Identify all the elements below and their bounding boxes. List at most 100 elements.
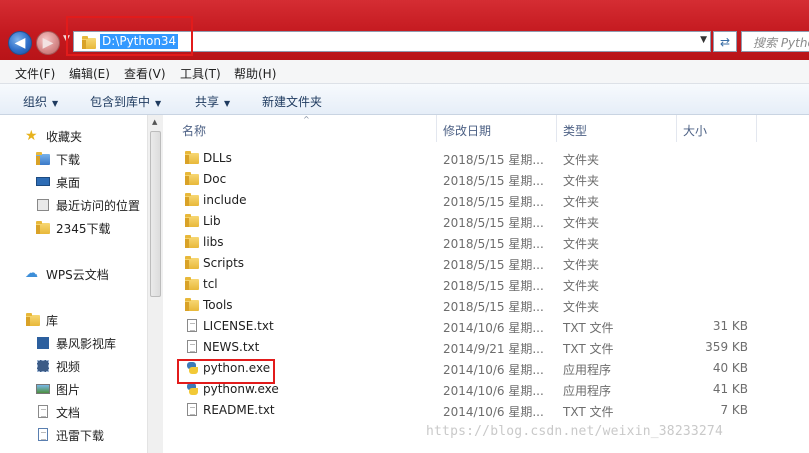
column-name[interactable]: 名称 [182,122,206,139]
document-icon [184,402,200,418]
menu-help[interactable]: 帮助(H) [234,65,276,82]
sidebar-item-desktop[interactable]: 桌面 [35,173,80,191]
file-date: 2018/5/15 星期... [443,153,544,167]
navigation-pane: ★ 收藏夹 下载 桌面 最近访问的位置 2345下载 ☁ WPS云文档 库 暴风… [0,115,148,453]
sidebar-scrollbar[interactable]: ▲ [147,115,163,453]
column-divider[interactable] [756,115,757,142]
file-row[interactable]: include 2018/5/15 星期... 文件夹 [168,190,809,211]
scrollbar-thumb[interactable] [150,131,161,297]
column-divider[interactable] [436,115,437,142]
sidebar-item-2345[interactable]: 2345下载 [35,219,111,237]
search-input[interactable]: 搜索 Python34 [741,31,809,52]
file-name: tcl [203,277,218,291]
arrow-left-icon: ◀ [14,35,26,51]
sidebar-item-label: 迅雷下载 [56,428,105,443]
sidebar-item-downloads[interactable]: 下载 [35,150,80,168]
sidebar-item-label: 桌面 [56,175,81,190]
scroll-up-icon[interactable]: ▲ [152,118,157,126]
file-type: 应用程序 [563,384,612,398]
file-type: 文件夹 [563,174,600,188]
sort-ascending-icon: ^ [303,115,310,124]
sidebar-item-pictures[interactable]: 图片 [35,380,80,398]
refresh-button[interactable]: ⇄ [713,31,737,52]
file-size: 359 KB [705,340,748,354]
folder-icon [184,234,200,250]
sidebar-library-label: 库 [46,313,59,328]
film-icon [35,358,51,374]
document-icon [184,339,200,355]
file-date: 2014/10/6 星期... [443,321,544,335]
file-row[interactable]: DLLs 2018/5/15 星期... 文件夹 [168,148,809,169]
file-row[interactable]: README.txt 2014/10/6 星期... TXT 文件 7 KB [168,400,809,421]
file-row[interactable]: Lib 2018/5/15 星期... 文件夹 [168,211,809,232]
folder-icon [184,150,200,166]
download-folder-icon [35,151,51,167]
file-row[interactable]: tcl 2018/5/15 星期... 文件夹 [168,274,809,295]
include-in-library-button[interactable]: 包含到库中 ▼ [90,93,161,110]
organize-button[interactable]: 组织 ▼ [23,93,58,110]
column-date[interactable]: 修改日期 [443,122,491,139]
sidebar-favorites[interactable]: ★ 收藏夹 [25,127,82,145]
file-row[interactable]: NEWS.txt 2014/9/21 星期... TXT 文件 359 KB [168,337,809,358]
chevron-down-icon: ▼ [52,99,59,108]
sidebar-library[interactable]: 库 [25,311,58,329]
cloud-icon: ☁ [25,266,38,281]
column-divider[interactable] [676,115,677,142]
sidebar-item-label: 2345下载 [56,221,111,236]
chevron-down-icon: ▼ [155,99,162,108]
column-size[interactable]: 大小 [683,122,707,139]
watermark-text: https://blog.csdn.net/weixin_38233274 [426,424,723,439]
sidebar-item-documents[interactable]: 文档 [35,403,80,421]
file-name: DLLs [203,151,232,165]
new-folder-button[interactable]: 新建文件夹 [262,93,322,110]
include-label: 包含到库中 [90,95,151,109]
file-type: 文件夹 [563,258,600,272]
file-date: 2014/9/21 星期... [443,342,544,356]
column-header-row: ^ 名称 修改日期 类型 大小 [168,115,809,142]
sidebar-wps-label: WPS云文档 [46,267,109,282]
file-type: 文件夹 [563,195,600,209]
sidebar-item-baofeng[interactable]: 暴风影视库 [35,334,116,352]
file-list: ^ 名称 修改日期 类型 大小 DLLs 2018/5/15 星期... 文件夹 Do… [168,115,809,453]
menu-edit[interactable]: 编辑(E) [69,65,110,82]
file-size: 40 KB [712,361,748,375]
star-icon: ★ [25,128,38,144]
folder-icon [184,171,200,187]
file-type: 应用程序 [563,363,612,377]
column-divider[interactable] [556,115,557,142]
file-row[interactable]: Doc 2018/5/15 星期... 文件夹 [168,169,809,190]
back-button[interactable]: ◀ [8,31,32,55]
column-type[interactable]: 类型 [563,122,587,139]
forward-button[interactable]: ▶ [36,31,60,55]
sidebar-item-videos[interactable]: 视频 [35,357,80,375]
share-button[interactable]: 共享 ▼ [195,93,230,110]
menu-view[interactable]: 查看(V) [124,65,166,82]
menu-bar: 文件(F) 编辑(E) 查看(V) 工具(T) 帮助(H) [0,60,809,84]
file-type: 文件夹 [563,237,600,251]
file-name: pythonw.exe [203,382,279,396]
sidebar-item-label: 图片 [56,382,81,397]
sidebar-wps[interactable]: ☁ WPS云文档 [25,265,109,283]
file-name: LICENSE.txt [203,319,274,333]
file-date: 2018/5/15 星期... [443,195,544,209]
menu-file[interactable]: 文件(F) [15,65,55,82]
file-type: TXT 文件 [563,405,614,419]
file-row[interactable]: LICENSE.txt 2014/10/6 星期... TXT 文件 31 KB [168,316,809,337]
file-row[interactable]: libs 2018/5/15 星期... 文件夹 [168,232,809,253]
menu-tools[interactable]: 工具(T) [180,65,221,82]
share-label: 共享 [195,95,220,109]
address-dropdown-icon[interactable]: ▼ [700,35,707,45]
sidebar-item-label: 暴风影视库 [56,336,117,351]
file-size: 7 KB [720,403,748,417]
address-highlight-box [66,16,193,56]
file-row[interactable]: Scripts 2018/5/15 星期... 文件夹 [168,253,809,274]
folder-icon [35,220,51,236]
recent-places-icon [35,197,51,213]
file-name: NEWS.txt [203,340,260,354]
sidebar-item-recent[interactable]: 最近访问的位置 [35,196,140,214]
file-date: 2018/5/15 星期... [443,237,544,251]
file-row[interactable]: Tools 2018/5/15 星期... 文件夹 [168,295,809,316]
sidebar-item-xunlei[interactable]: 迅雷下载 [35,426,104,444]
library-icon [25,312,41,328]
chevron-down-icon: ▼ [224,99,231,108]
